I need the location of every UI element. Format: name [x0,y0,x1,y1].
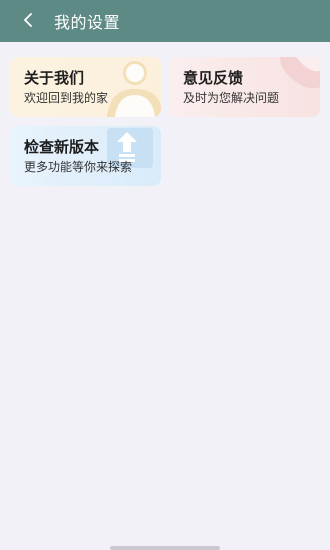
check-update-card[interactable]: 检查新版本 更多功能等你来探索 [10,126,161,186]
chevron-left-icon [22,12,34,31]
page-title: 我的设置 [54,13,121,32]
back-button[interactable] [10,0,46,42]
feedback-card[interactable]: 意见反馈 及时为您解决问题 [169,57,320,117]
about-us-label: 关于我们 [24,69,85,87]
about-us-subtitle: 欢迎回到我的家 [24,91,109,105]
about-us-card[interactable]: 关于我们 欢迎回到我的家 [10,57,161,117]
feedback-subtitle: 及时为您解决问题 [183,91,280,105]
app-header: 我的设置 [0,0,330,42]
check-update-subtitle: 更多功能等你来探索 [24,160,133,174]
user-avatar-icon [107,61,161,117]
feedback-label: 意见反馈 [183,69,244,87]
upgrade-arrow-icon [107,128,153,168]
check-update-label: 检查新版本 [24,138,100,156]
home-indicator [110,546,220,550]
feedback-icon [280,57,320,89]
